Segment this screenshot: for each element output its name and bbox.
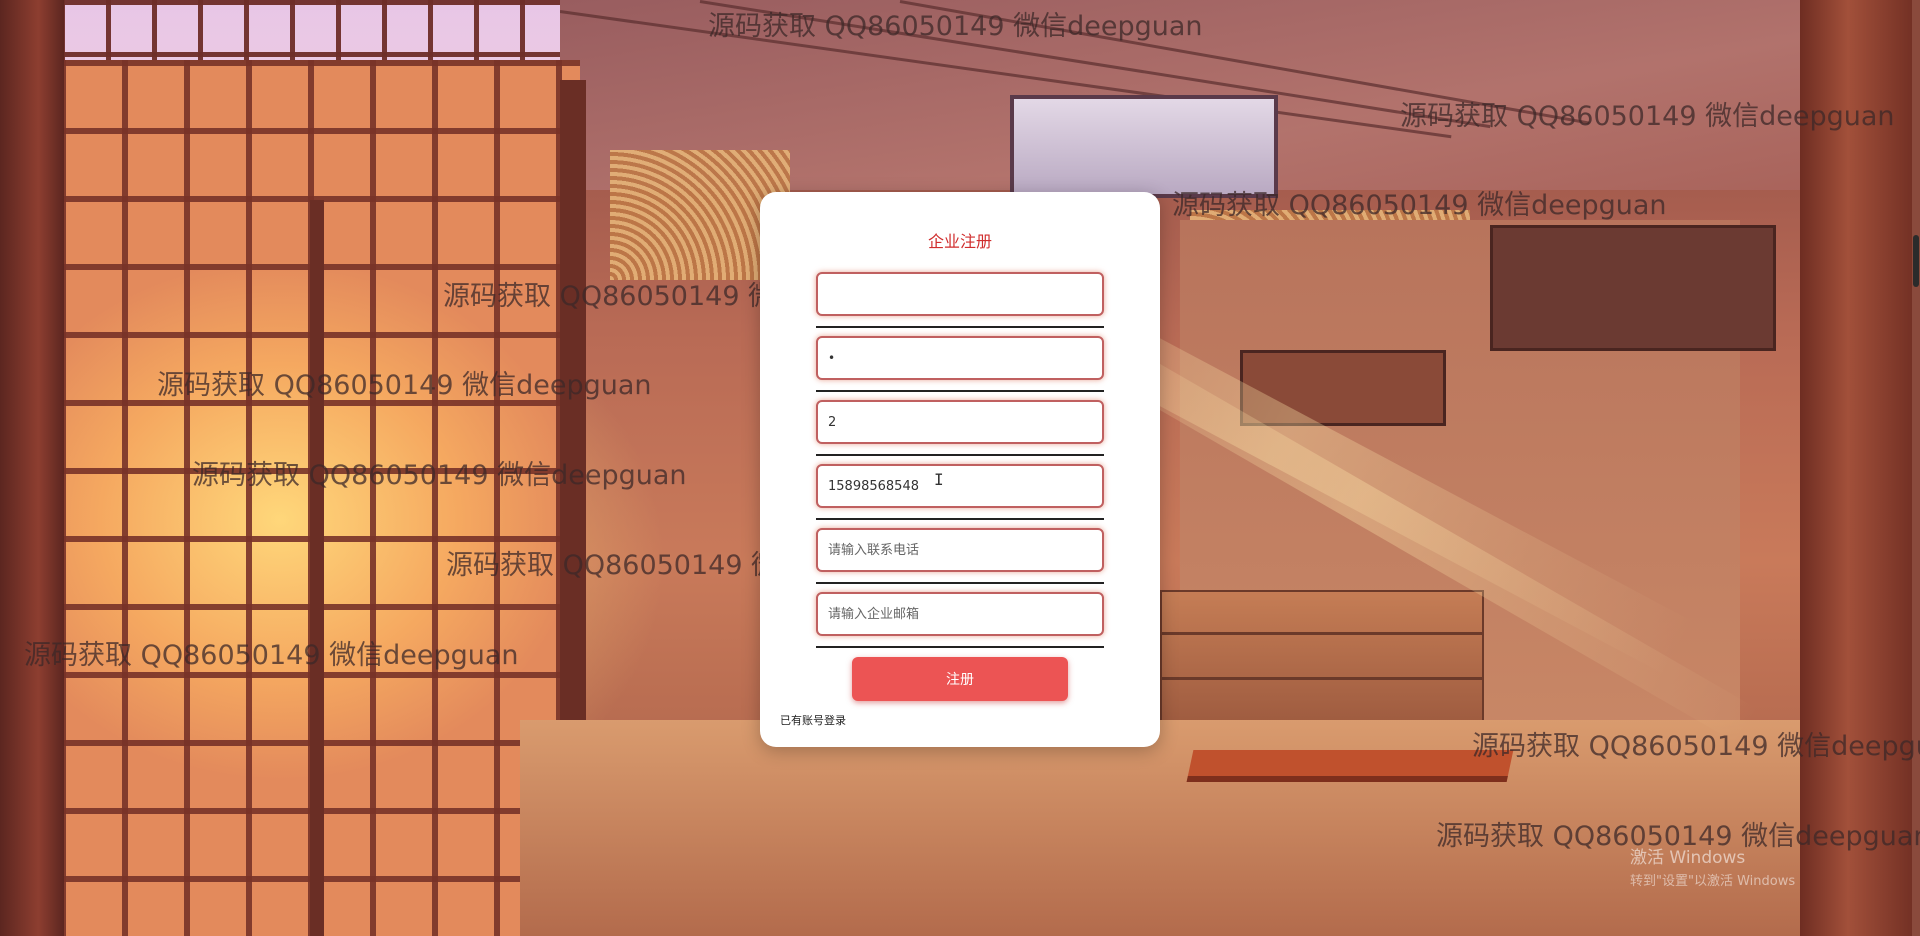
password-field[interactable] bbox=[816, 336, 1104, 380]
field-divider bbox=[816, 646, 1104, 648]
field-divider bbox=[816, 326, 1104, 328]
watermark-text: 源码获取 QQ86050149 微信deepguan bbox=[24, 640, 519, 671]
wall-cabinet bbox=[1490, 225, 1776, 351]
right-door-frame bbox=[1800, 0, 1920, 936]
watermark-text: 源码获取 QQ86050149 微信deepguan bbox=[192, 460, 687, 491]
phone-input[interactable] bbox=[818, 466, 1102, 506]
email-input[interactable] bbox=[818, 594, 1102, 634]
username-field[interactable] bbox=[816, 272, 1104, 316]
window-frame bbox=[310, 200, 324, 936]
activate-windows-hint: 转到"设置"以激活 Windows bbox=[1630, 874, 1796, 889]
page-title: 企业注册 bbox=[927, 232, 992, 251]
watermark-text: 源码获取 QQ86050149 微信deepguan bbox=[1172, 190, 1667, 221]
company-name-input[interactable] bbox=[818, 402, 1102, 442]
text-cursor-icon: I bbox=[934, 470, 944, 489]
contact-phone-input[interactable] bbox=[818, 530, 1102, 570]
activate-windows-title: 激活 Windows bbox=[1630, 848, 1746, 868]
password-input[interactable] bbox=[818, 338, 1102, 378]
left-pillar bbox=[0, 0, 64, 936]
company-name-field[interactable] bbox=[816, 400, 1104, 444]
email-field[interactable] bbox=[816, 592, 1104, 636]
watermark-text: 源码获取 QQ86050149 微信deepguan bbox=[1472, 731, 1920, 762]
dresser bbox=[1160, 590, 1484, 724]
register-card: 企业注册 注册 已有账号登录 bbox=[760, 192, 1160, 747]
register-button[interactable]: 注册 bbox=[852, 657, 1068, 701]
drawer-line bbox=[1162, 632, 1482, 635]
login-link[interactable]: 已有账号登录 bbox=[780, 712, 846, 728]
scrollbar-thumb[interactable] bbox=[1913, 235, 1919, 287]
field-divider bbox=[816, 390, 1104, 392]
field-divider bbox=[816, 518, 1104, 520]
scrollbar-track[interactable] bbox=[1912, 0, 1920, 936]
watermark-text: 源码获取 QQ86050149 微信deepguan bbox=[157, 370, 652, 401]
watermark-text: 源码获取 QQ86050149 微信deepguan bbox=[1400, 101, 1895, 132]
contact-phone-field[interactable] bbox=[816, 528, 1104, 572]
watermark-text: 源码获取 QQ86050149 微信deepguan bbox=[708, 11, 1203, 42]
field-divider bbox=[816, 582, 1104, 584]
drawer-line bbox=[1162, 677, 1482, 680]
low-table bbox=[1186, 750, 1514, 782]
username-input[interactable] bbox=[818, 274, 1102, 314]
field-divider bbox=[816, 454, 1104, 456]
phone-field[interactable] bbox=[816, 464, 1104, 508]
